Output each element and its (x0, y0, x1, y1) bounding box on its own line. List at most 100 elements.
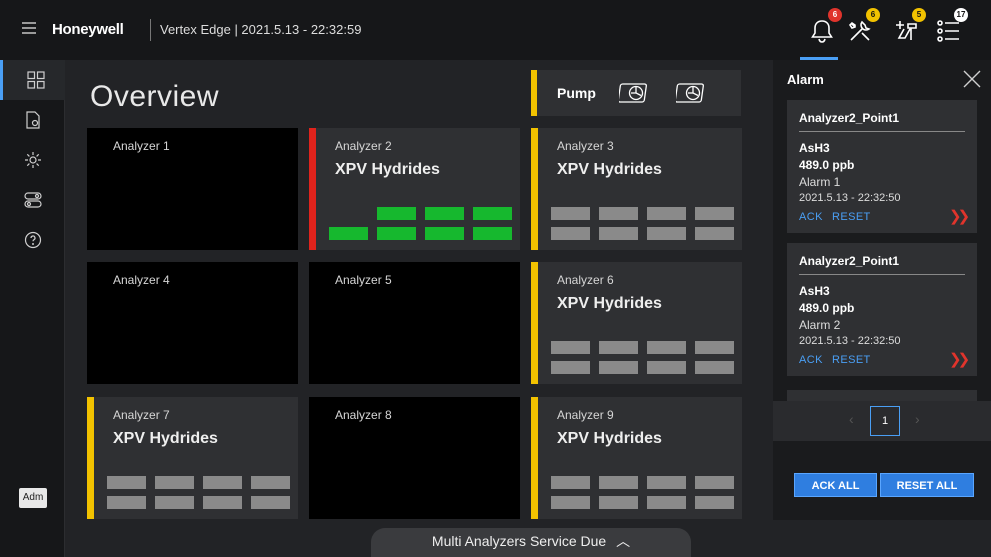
bell-icon[interactable]: 6 (804, 8, 842, 48)
point-cell[interactable] (107, 476, 146, 489)
point-cell[interactable] (551, 476, 590, 489)
analyzer-type: XPV Hydrides (335, 161, 440, 178)
hamburger-menu-icon[interactable] (22, 22, 36, 34)
point-cell[interactable] (425, 227, 464, 240)
analyzer-name: Analyzer 1 (113, 139, 170, 153)
analyzer-tile[interactable]: Analyzer 4 (87, 262, 298, 384)
point-cell[interactable] (695, 227, 734, 240)
point-cell[interactable] (551, 227, 590, 240)
service-due-label: Multi Analyzers Service Due (431, 533, 607, 549)
analyzer-type: XPV Hydrides (557, 161, 662, 178)
close-icon[interactable] (962, 69, 982, 89)
analyzer-tile[interactable]: Analyzer 7 XPV Hydrides (87, 397, 298, 519)
point-cell[interactable] (329, 227, 368, 240)
analyzer-tile[interactable]: Analyzer 8 (309, 397, 520, 519)
point-cell[interactable] (599, 496, 638, 509)
alarm-value: 489.0 ppb (799, 158, 855, 172)
maintenance-badge: 5 (912, 8, 926, 22)
point-cell[interactable] (551, 496, 590, 509)
maintenance-icon[interactable]: 5 (888, 8, 926, 48)
point-cell[interactable] (695, 496, 734, 509)
point-cell[interactable] (599, 476, 638, 489)
toggles-nav-icon (24, 192, 42, 208)
point-cell[interactable] (599, 207, 638, 220)
overview-nav-icon (27, 71, 45, 89)
alarm-gas: AsH3 (799, 284, 830, 298)
pump-label: Pump (557, 85, 596, 101)
point-cell[interactable] (695, 341, 734, 354)
analyzer-tile[interactable]: Analyzer 6 XPV Hydrides (531, 262, 742, 384)
ack-button[interactable]: ACK (799, 211, 823, 223)
point-cell[interactable] (599, 361, 638, 374)
analyzer-type: XPV Hydrides (557, 295, 662, 312)
double-chevron-right-icon[interactable]: ❯❯ (949, 350, 970, 368)
point-cell[interactable] (473, 207, 512, 220)
nav-settings[interactable] (0, 140, 65, 180)
service-due-tab[interactable]: Multi Analyzers Service Due ︿ (371, 528, 691, 557)
divider (799, 274, 965, 275)
double-chevron-right-icon[interactable]: ❯❯ (949, 207, 970, 225)
pump-icon[interactable] (676, 81, 710, 105)
point-cell[interactable] (599, 341, 638, 354)
analyzer-type: XPV Hydrides (557, 430, 662, 447)
point-cell[interactable] (647, 361, 686, 374)
chevron-left-icon[interactable]: ‹ (849, 411, 854, 427)
point-cell[interactable] (599, 227, 638, 240)
reset-button[interactable]: RESET (832, 211, 871, 223)
pump-panel[interactable]: Pump (531, 70, 741, 116)
point-cell[interactable] (647, 341, 686, 354)
point-cell[interactable] (551, 207, 590, 220)
page-number[interactable]: 1 (870, 406, 900, 436)
point-cell[interactable] (551, 341, 590, 354)
pump-icon[interactable] (619, 81, 653, 105)
report-nav-icon (26, 111, 40, 129)
point-cell[interactable] (107, 496, 146, 509)
point-cell[interactable] (251, 476, 290, 489)
point-cell[interactable] (695, 207, 734, 220)
point-cell[interactable] (647, 496, 686, 509)
alarm-gas: AsH3 (799, 141, 830, 155)
point-cell[interactable] (695, 361, 734, 374)
analyzer-tile[interactable]: Analyzer 9 XPV Hydrides (531, 397, 742, 519)
list-icon[interactable]: 17 (930, 8, 968, 48)
point-cell[interactable] (647, 227, 686, 240)
divider (799, 131, 965, 132)
chevron-right-icon[interactable]: › (915, 411, 920, 427)
alarm-value: 489.0 ppb (799, 301, 855, 315)
help-nav-icon (24, 231, 42, 249)
point-cell[interactable] (203, 476, 242, 489)
point-cell[interactable] (647, 476, 686, 489)
reset-button[interactable]: RESET (832, 354, 871, 366)
status-bar (531, 397, 538, 519)
reset-all-button[interactable]: RESET ALL (880, 473, 974, 497)
nav-help[interactable] (0, 220, 65, 260)
analyzer-name: Analyzer 3 (557, 139, 614, 153)
ack-all-button[interactable]: ACK ALL (794, 473, 877, 497)
tools-icon[interactable]: 6 (842, 8, 880, 48)
device-time: Vertex Edge | 2021.5.13 - 22:32:59 (160, 22, 362, 37)
analyzer-tile[interactable]: Analyzer 3 XPV Hydrides (531, 128, 742, 250)
point-cell[interactable] (155, 496, 194, 509)
nav-report[interactable] (0, 100, 65, 140)
analyzer-tile[interactable]: Analyzer 2 XPV Hydrides (309, 128, 520, 250)
alarm-time: 2021.5.13 - 22:32:50 (799, 192, 901, 204)
point-cell[interactable] (551, 361, 590, 374)
analyzer-tile[interactable]: Analyzer 5 (309, 262, 520, 384)
point-cell[interactable] (377, 227, 416, 240)
list-badge: 17 (954, 8, 968, 22)
point-cell[interactable] (473, 227, 512, 240)
point-cell[interactable] (155, 476, 194, 489)
analyzer-name: Analyzer 7 (113, 408, 170, 422)
ack-button[interactable]: ACK (799, 354, 823, 366)
alarm-title: Alarm (787, 72, 824, 87)
point-cell[interactable] (425, 207, 464, 220)
point-cell[interactable] (695, 476, 734, 489)
point-cell[interactable] (377, 207, 416, 220)
nav-overview[interactable] (0, 60, 65, 100)
analyzer-tile[interactable]: Analyzer 1 (87, 128, 298, 250)
point-cell[interactable] (647, 207, 686, 220)
user-avatar[interactable]: Adm (19, 488, 47, 508)
nav-toggles[interactable] (0, 180, 65, 220)
point-cell[interactable] (251, 496, 290, 509)
point-cell[interactable] (203, 496, 242, 509)
